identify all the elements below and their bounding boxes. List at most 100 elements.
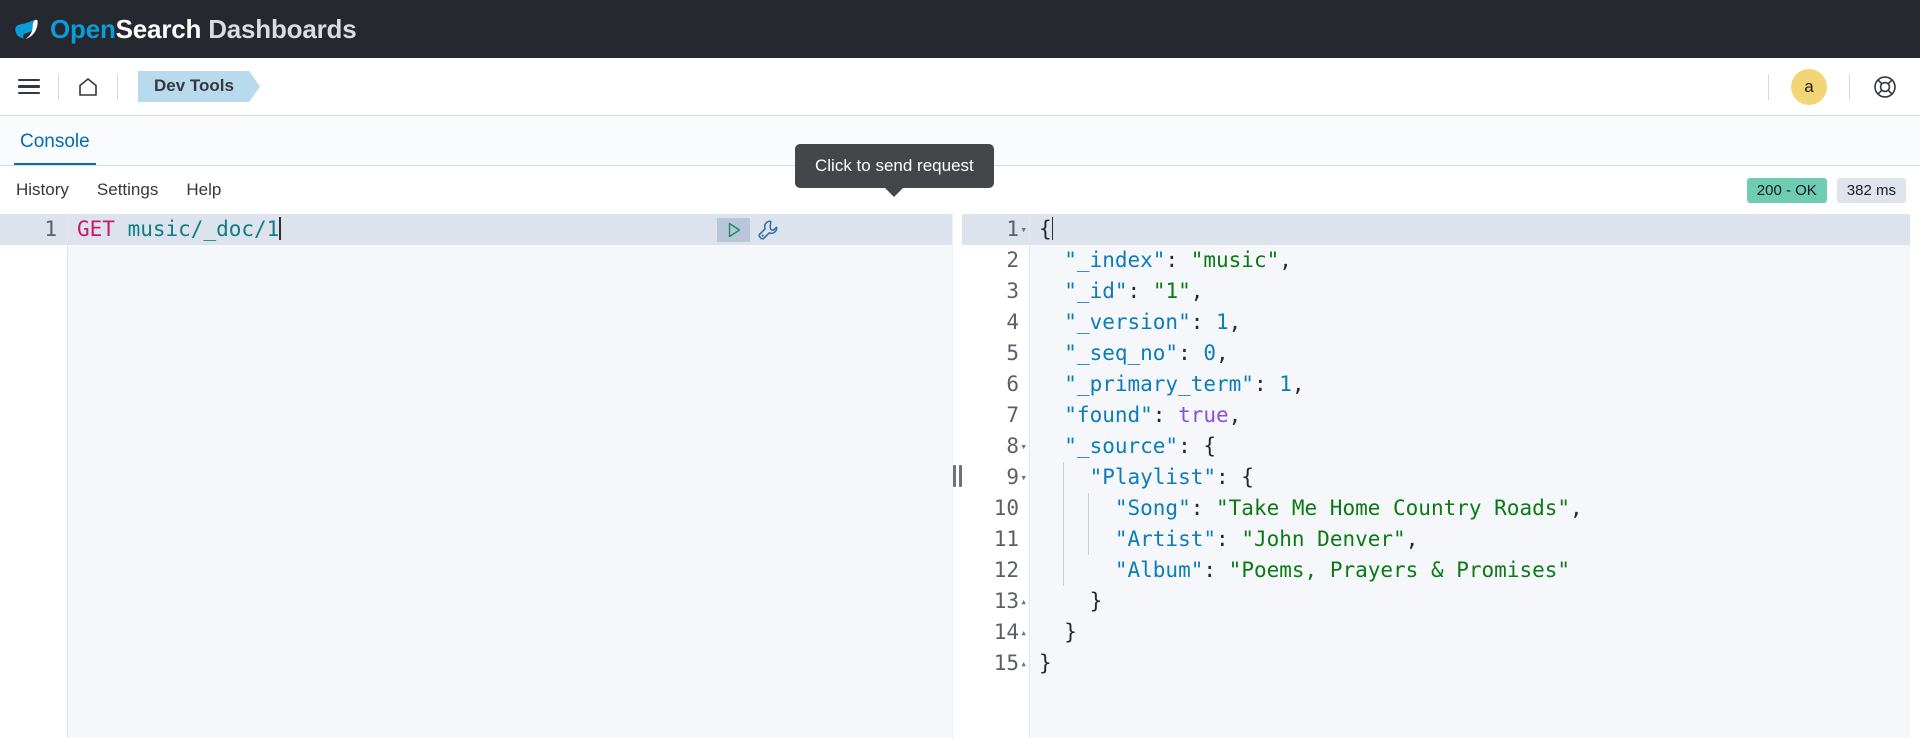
help-lifebuoy-icon (1872, 74, 1898, 100)
indent-guide-1 (1063, 462, 1064, 586)
brand-dashboards: Dashboards (201, 14, 356, 44)
brand-open: Open (50, 14, 116, 44)
status-badge: 200 - OK (1747, 178, 1827, 203)
code-token: "found" (1039, 403, 1153, 427)
code-token: 1 (1216, 310, 1229, 334)
code-token: "Artist" (1039, 527, 1216, 551)
text-caret (1052, 217, 1054, 240)
code-token: : (1153, 403, 1178, 427)
line-number: 15▴ (962, 648, 1029, 679)
code-line: "_id": "1", (1030, 276, 1920, 307)
code-token: "John Denver" (1241, 527, 1405, 551)
response-scrollbar[interactable] (1910, 214, 1920, 738)
code-token: , (1279, 248, 1292, 272)
code-line: "_version": 1, (1030, 307, 1920, 338)
line-number: 5 (962, 338, 1029, 369)
wrench-icon[interactable] (756, 218, 780, 242)
line-number: 1 (0, 214, 67, 245)
code-token: : (1216, 527, 1241, 551)
code-token: , (1570, 496, 1583, 520)
fold-toggle-icon[interactable]: ▴ (1015, 586, 1027, 617)
console-tab-strip: Console (0, 116, 1920, 166)
opensearch-swirl-icon (12, 14, 42, 44)
line-number: 3 (962, 276, 1029, 307)
code-token: 1 (1279, 372, 1292, 396)
line-number: 11 (962, 524, 1029, 555)
code-token: , (1292, 372, 1305, 396)
code-token: GET (77, 217, 115, 241)
code-token: , (1191, 279, 1204, 303)
fold-toggle-icon[interactable]: ▴ (1015, 617, 1027, 648)
send-request-button[interactable] (717, 218, 750, 242)
line-number: 4 (962, 307, 1029, 338)
help-button[interactable] (1850, 58, 1920, 115)
brand-logo[interactable]: OpenSearch Dashboards (12, 14, 356, 45)
code-token: "_id" (1039, 279, 1128, 303)
avatar[interactable]: a (1791, 69, 1827, 105)
hamburger-menu-icon (18, 75, 40, 99)
code-token: "_primary_term" (1039, 372, 1254, 396)
code-line: "Artist": "John Denver", (1030, 524, 1920, 555)
duration-badge: 382 ms (1837, 178, 1906, 203)
code-token: "Playlist" (1039, 465, 1216, 489)
code-token: "Poems, Prayers & Promises" (1229, 558, 1570, 582)
console-editors: 1 GET music/_doc/1 1▾2345678▾9▾10111213▴… (0, 214, 1920, 738)
home-button[interactable] (59, 58, 117, 115)
line-number: 14▴ (962, 617, 1029, 648)
code-line: "_source": { (1030, 431, 1920, 462)
code-token (115, 217, 128, 241)
response-code-area[interactable]: { "_index": "music", "_id": "1", "_versi… (1030, 214, 1920, 738)
editor-splitter[interactable] (952, 214, 962, 738)
code-token: "_version" (1039, 310, 1191, 334)
tab-console[interactable]: Console (14, 132, 96, 165)
text-caret (279, 217, 281, 240)
code-line: "_seq_no": 0, (1030, 338, 1920, 369)
code-token: "_index" (1039, 248, 1165, 272)
code-token: : (1191, 310, 1216, 334)
breadcrumb: Dev Tools (118, 58, 260, 115)
code-token: "Take Me Home Country Roads" (1216, 496, 1570, 520)
code-line: } (1030, 617, 1920, 648)
code-token: "music" (1191, 248, 1280, 272)
code-line: "Song": "Take Me Home Country Roads", (1030, 493, 1920, 524)
line-number: 9▾ (962, 462, 1029, 493)
code-token: , (1229, 310, 1242, 334)
line-number: 1▾ (962, 214, 1029, 245)
app-header: OpenSearch Dashboards (0, 0, 1920, 58)
menu-toggle-button[interactable] (0, 58, 58, 115)
code-token: } (1039, 651, 1052, 675)
code-token: , (1229, 403, 1242, 427)
code-token: , (1406, 527, 1419, 551)
settings-link[interactable]: Settings (97, 180, 158, 200)
code-token: : (1254, 372, 1279, 396)
code-line: GET music/_doc/1 (68, 214, 952, 245)
breadcrumb-item-dev-tools[interactable]: Dev Tools (138, 71, 260, 102)
line-number: 7 (962, 400, 1029, 431)
code-token: } (1039, 620, 1077, 644)
fold-toggle-icon[interactable]: ▾ (1015, 214, 1027, 245)
fold-toggle-icon[interactable]: ▾ (1015, 462, 1027, 493)
code-token: { (1039, 217, 1052, 241)
code-token: "1" (1153, 279, 1191, 303)
code-line: "_primary_term": 1, (1030, 369, 1920, 400)
help-link[interactable]: Help (186, 180, 221, 200)
code-token: } (1039, 589, 1102, 613)
request-code-area[interactable]: GET music/_doc/1 (68, 214, 952, 738)
line-number: 2 (962, 245, 1029, 276)
response-editor-pane: 1▾2345678▾9▾10111213▴14▴15▴ { "_index": … (962, 214, 1920, 738)
response-status-group: 200 - OK 382 ms (1747, 178, 1920, 203)
code-token: : (1191, 496, 1216, 520)
fold-toggle-icon[interactable]: ▾ (1015, 431, 1027, 462)
run-controls (717, 214, 780, 245)
code-token: : (1178, 341, 1203, 365)
code-token: : (1165, 248, 1190, 272)
code-line: { (1030, 214, 1920, 245)
user-menu-button[interactable]: a (1769, 58, 1849, 115)
code-token: , (1216, 341, 1229, 365)
fold-toggle-icon[interactable]: ▴ (1015, 648, 1027, 679)
code-token: "Song" (1039, 496, 1191, 520)
history-link[interactable]: History (16, 180, 69, 200)
response-gutter: 1▾2345678▾9▾10111213▴14▴15▴ (962, 214, 1030, 738)
line-number: 13▴ (962, 586, 1029, 617)
code-token: : { (1216, 465, 1254, 489)
